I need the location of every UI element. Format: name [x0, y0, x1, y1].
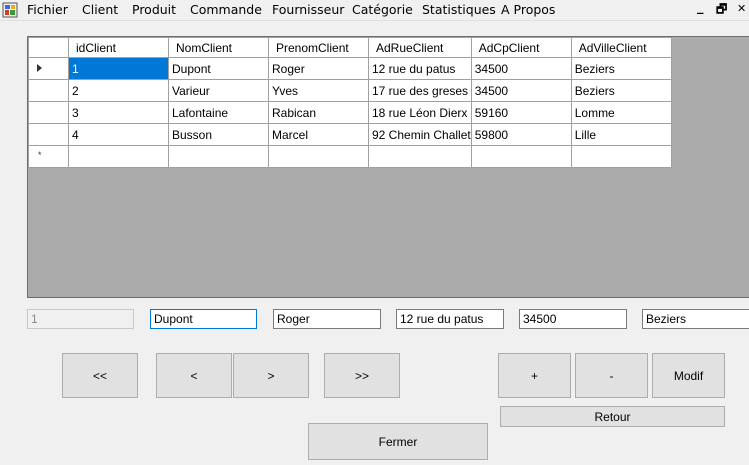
close-icon[interactable]: ✕: [737, 1, 746, 17]
grid-cell[interactable]: Rabican: [268, 101, 369, 124]
menu-categorie[interactable]: Catégorie: [352, 1, 413, 18]
retour-button[interactable]: Retour: [500, 406, 725, 427]
column-header-idclient[interactable]: idClient: [68, 37, 169, 58]
column-header-adcpclient[interactable]: AdCpClient: [470, 37, 572, 58]
grid-cell[interactable]: [368, 145, 472, 168]
grid-cell[interactable]: Lille: [570, 123, 672, 146]
menu-fournisseur[interactable]: Fournisseur: [272, 1, 344, 18]
grid-cell[interactable]: 12 rue du patus: [368, 57, 472, 80]
new-row-star-icon: *: [38, 150, 42, 160]
minimize-icon[interactable]: _: [697, 0, 704, 16]
grid-cell[interactable]: Beziers: [570, 57, 672, 80]
grid-cell[interactable]: 34500: [470, 57, 572, 80]
grid-corner-header[interactable]: [28, 37, 69, 58]
grid-cell[interactable]: Dupont: [168, 57, 269, 80]
menu-fichier[interactable]: Fichier: [27, 1, 68, 18]
row-header[interactable]: [28, 123, 69, 146]
first-record-button[interactable]: <<: [62, 353, 138, 398]
grid-cell[interactable]: Beziers: [570, 79, 672, 102]
prenom-client-field[interactable]: Roger: [273, 309, 381, 329]
rue-client-field[interactable]: 12 rue du patus: [396, 309, 504, 329]
grid-cell[interactable]: [68, 145, 169, 168]
ville-client-field[interactable]: Beziers: [642, 309, 749, 329]
grid-cell[interactable]: Varieur: [168, 79, 269, 102]
next-record-button[interactable]: >: [233, 353, 309, 398]
grid-cell[interactable]: Yves: [268, 79, 369, 102]
menu-statistiques[interactable]: Statistiques: [422, 1, 496, 18]
id-client-field: 1: [27, 309, 134, 329]
grid-cell[interactable]: [268, 145, 369, 168]
column-header-nomclient[interactable]: NomClient: [168, 37, 269, 58]
row-header-current[interactable]: [28, 57, 69, 80]
new-row[interactable]: *: [28, 145, 672, 168]
restore-icon[interactable]: 🗗: [716, 1, 727, 17]
column-header-prenomclient[interactable]: PrenomClient: [268, 37, 369, 58]
grid-cell[interactable]: 1: [68, 57, 169, 80]
grid-cell[interactable]: 92 Chemin Challet: [368, 123, 472, 146]
grid-header-row: idClient NomClient PrenomClient AdRueCli…: [28, 37, 672, 58]
grid-cell[interactable]: 34500: [470, 79, 572, 102]
column-header-advilleclient[interactable]: AdVilleClient: [570, 37, 672, 58]
grid-cell[interactable]: 4: [68, 123, 169, 146]
grid-cell[interactable]: 17 rue des greses: [368, 79, 472, 102]
row-header[interactable]: [28, 101, 69, 124]
cp-client-field[interactable]: 34500: [519, 309, 627, 329]
last-record-button[interactable]: >>: [324, 353, 400, 398]
client-data-grid[interactable]: idClient NomClient PrenomClient AdRueCli…: [27, 36, 749, 298]
menu-client[interactable]: Client: [82, 1, 118, 18]
grid-table: idClient NomClient PrenomClient AdRueCli…: [28, 37, 672, 168]
grid-cell[interactable]: [470, 145, 572, 168]
nom-client-field[interactable]: Dupont: [150, 309, 257, 329]
grid-cell[interactable]: [570, 145, 672, 168]
grid-cell[interactable]: 59160: [470, 101, 572, 124]
menu-apropos[interactable]: A Propos: [501, 1, 555, 18]
table-row[interactable]: 1 Dupont Roger 12 rue du patus 34500 Bez…: [28, 57, 672, 80]
grid-cell[interactable]: Lomme: [570, 101, 672, 124]
grid-cell[interactable]: Marcel: [268, 123, 369, 146]
table-row[interactable]: 3 Lafontaine Rabican 18 rue Léon Dierx 5…: [28, 101, 672, 124]
grid-cell[interactable]: 3: [68, 101, 169, 124]
add-button[interactable]: +: [498, 353, 571, 398]
menu-separator: [0, 20, 749, 21]
menu-commande[interactable]: Commande: [190, 1, 262, 18]
row-header-new[interactable]: *: [28, 145, 69, 168]
grid-cell[interactable]: Roger: [268, 57, 369, 80]
table-row[interactable]: 4 Busson Marcel 92 Chemin Challet 59800 …: [28, 123, 672, 146]
grid-cell[interactable]: [168, 145, 269, 168]
current-row-arrow-icon: [37, 64, 42, 72]
grid-cell[interactable]: Busson: [168, 123, 269, 146]
app-icon: [2, 2, 18, 18]
row-header[interactable]: [28, 79, 69, 102]
grid-cell[interactable]: 59800: [470, 123, 572, 146]
menu-bar: Fichier Client Produit Commande Fourniss…: [0, 0, 749, 20]
column-header-adrueclient[interactable]: AdRueClient: [368, 37, 472, 58]
grid-cell[interactable]: 2: [68, 79, 169, 102]
previous-record-button[interactable]: <: [156, 353, 232, 398]
grid-cell[interactable]: 18 rue Léon Dierx: [368, 101, 472, 124]
delete-button[interactable]: -: [575, 353, 648, 398]
table-row[interactable]: 2 Varieur Yves 17 rue des greses 34500 B…: [28, 79, 672, 102]
modif-button[interactable]: Modif: [652, 353, 725, 398]
fermer-button[interactable]: Fermer: [308, 423, 488, 460]
grid-cell[interactable]: Lafontaine: [168, 101, 269, 124]
menu-produit[interactable]: Produit: [132, 1, 176, 18]
